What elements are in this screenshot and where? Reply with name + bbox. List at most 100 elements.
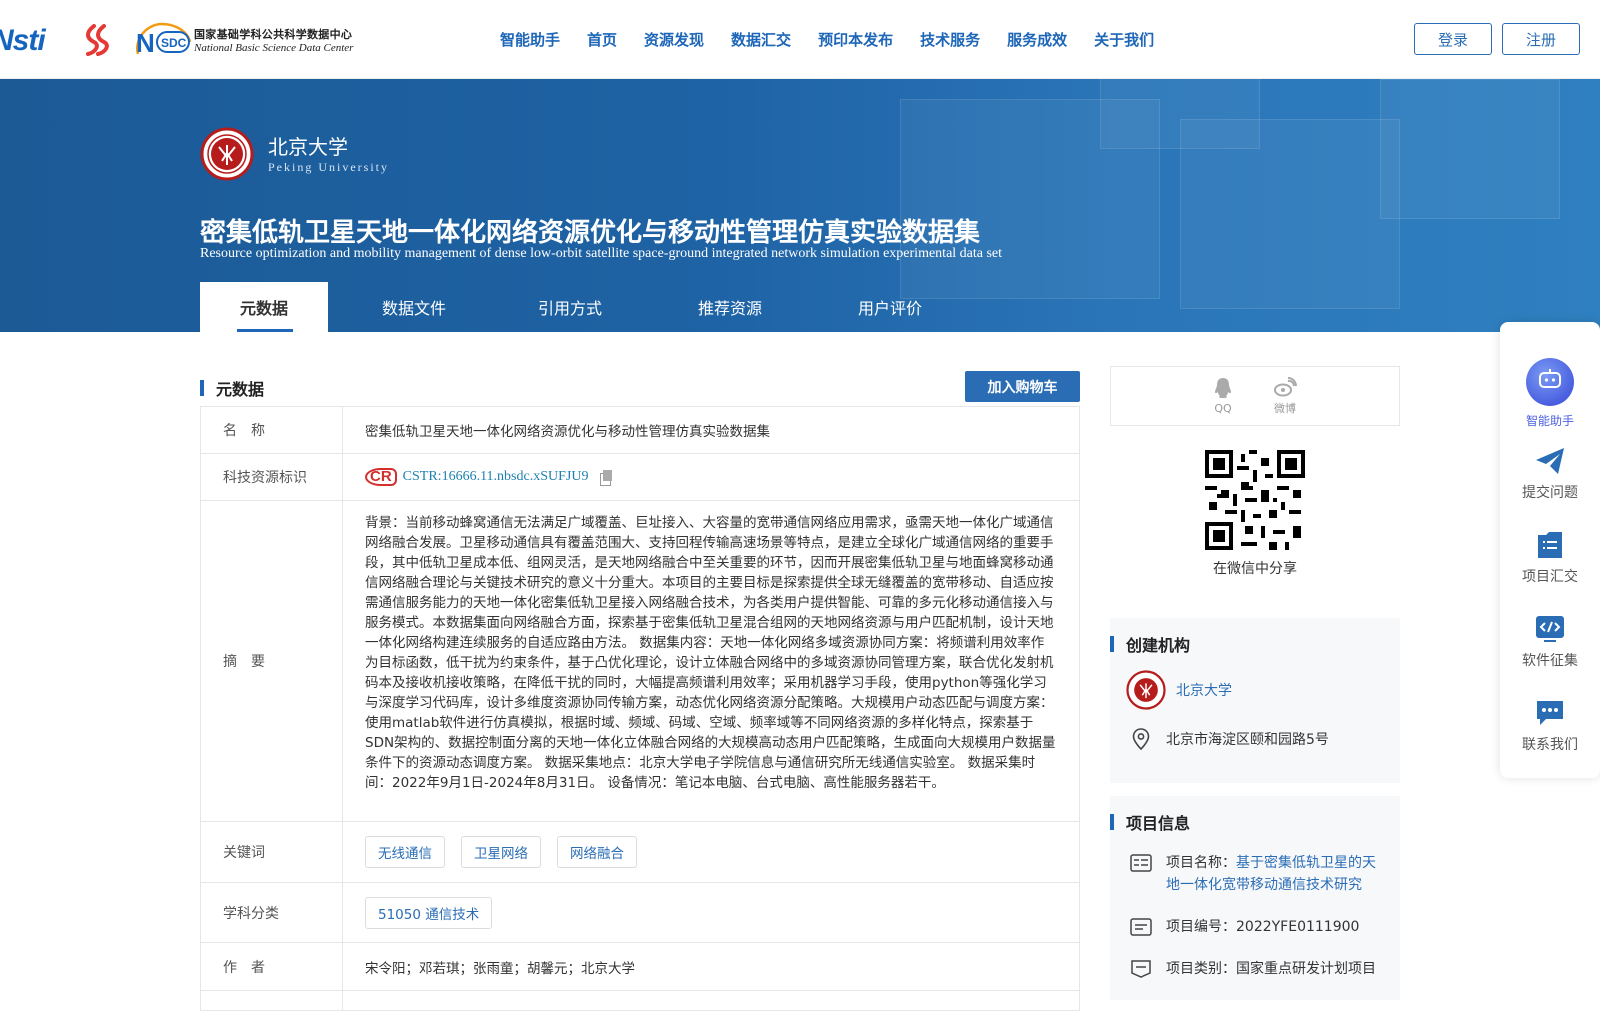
field-value xyxy=(343,991,1079,1010)
nav-tech-services[interactable]: 技术服务 xyxy=(920,29,980,50)
robot-icon xyxy=(1526,358,1574,406)
share-weibo[interactable]: 微博 xyxy=(1273,376,1297,416)
paper-plane-icon xyxy=(1536,448,1564,474)
table-row xyxy=(201,991,1079,1011)
table-row: 作 者 宋令阳；邓若琪；张雨童；胡馨元；北京大学 xyxy=(201,943,1079,991)
project-panel-title: 项目信息 xyxy=(1110,796,1400,834)
float-contact-us[interactable]: 联系我们 xyxy=(1500,698,1600,754)
pku-logo xyxy=(200,127,254,181)
project-number: 项目编号：2022YFE0111900 xyxy=(1166,919,1360,935)
keyword-tag[interactable]: 网络融合 xyxy=(557,836,637,868)
field-label: 关键词 xyxy=(201,822,343,882)
qr-caption: 在微信中分享 xyxy=(1213,561,1297,577)
keyword-tag[interactable]: 卫星网络 xyxy=(461,836,541,868)
svg-text:N: N xyxy=(136,28,155,58)
nsdc-mark-icon: N SDC xyxy=(135,22,192,58)
float-ai-assistant-label: 智能助手 xyxy=(1525,414,1574,428)
floating-service-menu: 智能助手 提交问题 项目汇交 软件征集 联系我们 xyxy=(1500,322,1600,778)
keyword-tag[interactable]: 无线通信 xyxy=(365,836,445,868)
float-software-call-label: 软件征集 xyxy=(1522,653,1578,669)
project-type-row: 项目类别：国家重点研发计划项目 xyxy=(1130,958,1381,980)
wechat-qr-code xyxy=(1205,450,1305,550)
nsti-logo[interactable]: Nsti xyxy=(0,22,70,58)
logo-group[interactable]: Nsti N SDC 国家基础学科公共科学数据中心 National Basic… xyxy=(0,18,353,62)
table-row: 科技资源标识 CR CSTR:16666.11.nbsdc.xSUFJU9 xyxy=(201,454,1079,501)
creator-panel: 创建机构 北京大学 北京市海淀区颐和园路5号 xyxy=(1110,618,1400,783)
pku-logo xyxy=(1126,670,1166,710)
table-row: 摘 要 背景：当前移动蜂窝通信无法满足广域覆盖、巨址接入、大容量的宽带通信网络应… xyxy=(201,501,1079,822)
nav-service-results[interactable]: 服务成效 xyxy=(1007,29,1067,50)
section-accent-bar xyxy=(1110,636,1114,652)
tab-citation[interactable]: 引用方式 xyxy=(500,282,640,332)
nav-data-submission[interactable]: 数据汇交 xyxy=(731,29,791,50)
metadata-section-title: 元数据 xyxy=(200,376,264,400)
nsdc-logo[interactable]: N SDC 国家基础学科公共科学数据中心 National Basic Scie… xyxy=(132,20,353,60)
table-row: 学科分类 51050 通信技术 xyxy=(201,883,1079,943)
institution-name-cn[interactable]: 北京大学 xyxy=(268,131,348,160)
field-value-keywords: 无线通信 卫星网络 网络融合 xyxy=(343,822,1079,882)
section-accent-bar xyxy=(1110,814,1114,830)
institution-name-en: Peking University xyxy=(268,160,389,174)
tab-recommended[interactable]: 推荐资源 xyxy=(640,282,820,332)
cstr-logo-icon: CR xyxy=(365,468,397,486)
main-nav: 智能助手 首页 资源发现 数据汇交 预印本发布 技术服务 服务成效 关于我们 xyxy=(500,29,1181,50)
project-number-row: 项目编号：2022YFE0111900 xyxy=(1130,916,1381,938)
share-qq-label: QQ xyxy=(1214,402,1232,415)
location-pin-icon xyxy=(1132,728,1150,750)
project-type: 项目类别：国家重点研发计划项目 xyxy=(1166,961,1376,977)
float-project-submission[interactable]: 项目汇交 xyxy=(1500,530,1600,586)
cas-logo[interactable] xyxy=(80,22,116,58)
cstr-link[interactable]: CSTR:16666.11.nbsdc.xSUFJU9 xyxy=(403,469,589,485)
float-software-call[interactable]: 软件征集 xyxy=(1500,614,1600,670)
creator-address: 北京市海淀区颐和园路5号 xyxy=(1132,728,1329,750)
nav-preprint[interactable]: 预印本发布 xyxy=(818,29,893,50)
nav-home[interactable]: 首页 xyxy=(587,29,617,50)
float-contact-us-label: 联系我们 xyxy=(1522,737,1578,753)
table-row: 名 称 密集低轨卫星天地一体化网络资源优化与移动性管理仿真实验数据集 xyxy=(201,407,1079,454)
float-submit-question[interactable]: 提交问题 xyxy=(1500,446,1600,502)
login-button[interactable]: 登录 xyxy=(1414,23,1492,55)
share-qq[interactable]: QQ xyxy=(1213,377,1233,415)
metadata-table: 名 称 密集低轨卫星天地一体化网络资源优化与移动性管理仿真实验数据集 科技资源标… xyxy=(200,406,1080,1011)
project-name-row: 项目名称：基于密集低轨卫星的天地一体化宽带移动通信技术研究 xyxy=(1130,852,1381,896)
chat-bubble-icon xyxy=(1537,701,1563,725)
banner-decoration xyxy=(1100,79,1260,149)
dataset-title-en: Resource optimization and mobility manag… xyxy=(200,246,1003,261)
nav-about[interactable]: 关于我们 xyxy=(1094,29,1154,50)
float-ai-assistant[interactable]: 智能助手 xyxy=(1500,358,1600,429)
tab-metadata[interactable]: 元数据 xyxy=(200,282,328,332)
dataset-title-cn: 密集低轨卫星天地一体化网络资源优化与移动性管理仿真实验数据集 xyxy=(200,218,981,248)
nav-ai-assistant[interactable]: 智能助手 xyxy=(500,29,560,50)
add-to-cart-button[interactable]: 加入购物车 xyxy=(965,371,1080,402)
nsdc-name-cn: 国家基础学科公共科学数据中心 xyxy=(194,29,353,41)
share-box: QQ 微博 xyxy=(1110,366,1400,426)
copy-icon[interactable] xyxy=(600,469,613,486)
dataset-tabs: 元数据 数据文件 引用方式 推荐资源 用户评价 xyxy=(200,282,960,332)
document-list-icon xyxy=(1538,532,1562,558)
table-row: 关键词 无线通信 卫星网络 网络融合 xyxy=(201,822,1079,883)
tab-user-reviews[interactable]: 用户评价 xyxy=(820,282,960,332)
nav-resource-discovery[interactable]: 资源发现 xyxy=(644,29,704,50)
code-icon xyxy=(1536,616,1564,642)
section-accent-bar xyxy=(200,380,204,396)
project-card-icon xyxy=(1130,854,1152,872)
project-panel: 项目信息 项目名称：基于密集低轨卫星的天地一体化宽带移动通信技术研究 项目编号：… xyxy=(1110,796,1400,1000)
svg-text:SDC: SDC xyxy=(161,36,187,50)
banner-decoration xyxy=(1380,79,1560,219)
register-button[interactable]: 注册 xyxy=(1502,23,1580,55)
subject-tag[interactable]: 51050 通信技术 xyxy=(365,896,493,929)
field-label: 名 称 xyxy=(201,407,343,453)
field-value-cstr: CR CSTR:16666.11.nbsdc.xSUFJU9 xyxy=(343,454,1079,500)
creator-org-name[interactable]: 北京大学 xyxy=(1176,680,1232,700)
field-value-subject: 51050 通信技术 xyxy=(343,883,1079,942)
weibo-icon xyxy=(1274,376,1297,396)
float-submit-question-label: 提交问题 xyxy=(1522,485,1578,501)
creator-org[interactable]: 北京大学 xyxy=(1126,670,1232,710)
project-number-icon xyxy=(1130,918,1152,936)
field-label xyxy=(201,991,343,1010)
field-label: 科技资源标识 xyxy=(201,454,343,500)
project-name-label: 项目名称： xyxy=(1166,855,1236,871)
tab-data-files[interactable]: 数据文件 xyxy=(328,282,500,332)
field-label: 作 者 xyxy=(201,943,343,990)
field-value-authors: 宋令阳；邓若琪；张雨童；胡馨元；北京大学 xyxy=(365,960,635,977)
